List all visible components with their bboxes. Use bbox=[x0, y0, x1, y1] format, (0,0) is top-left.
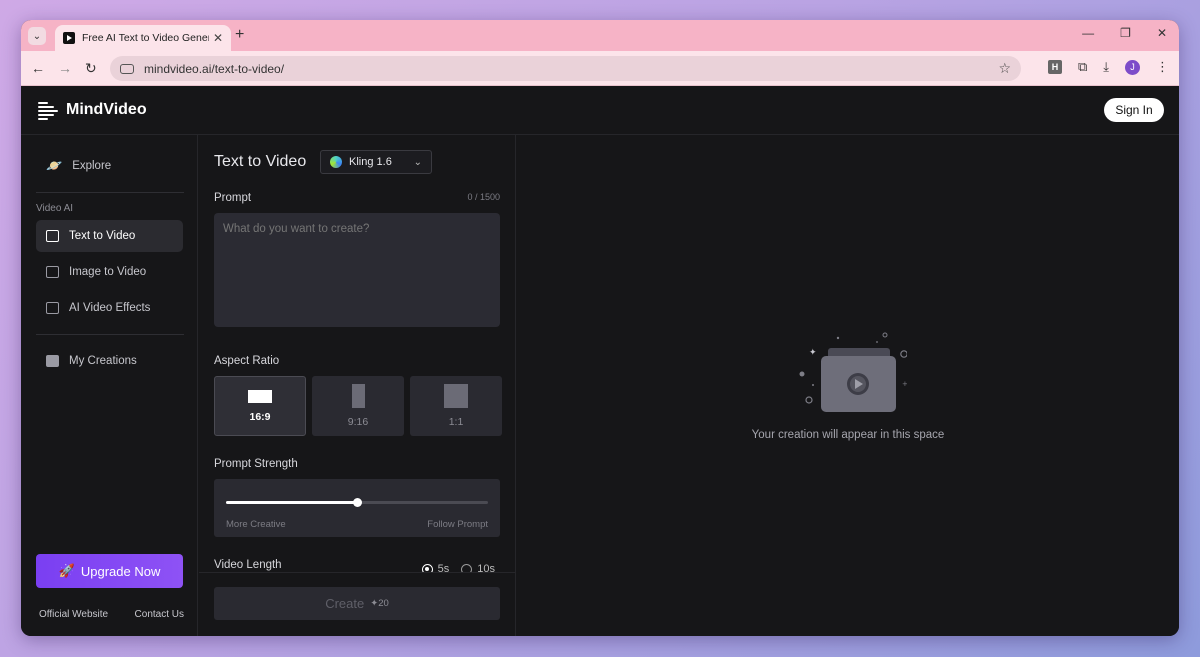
extensions-puzzle-icon[interactable]: ⧉ bbox=[1078, 59, 1087, 75]
create-label: Create bbox=[325, 596, 365, 611]
back-icon[interactable]: ← bbox=[31, 60, 45, 76]
chevron-down-icon: ⌄ bbox=[413, 156, 422, 168]
sidebar-item-text-to-video[interactable]: Text to Video bbox=[36, 220, 183, 252]
strength-slider[interactable] bbox=[226, 498, 488, 507]
sidebar-item-my-creations[interactable]: My Creations bbox=[36, 345, 183, 377]
brand-logo[interactable]: MindVideo bbox=[38, 100, 147, 120]
menu-kebab-icon[interactable]: ⋮ bbox=[1156, 59, 1169, 75]
image-video-icon bbox=[46, 266, 59, 278]
model-value: Kling 1.6 bbox=[349, 156, 392, 168]
tab-title: Free AI Text to Video Generator bbox=[82, 32, 209, 44]
strength-min-label: More Creative bbox=[226, 519, 286, 530]
prompt-input[interactable] bbox=[214, 213, 500, 327]
bookmark-star-icon[interactable]: ☆ bbox=[998, 60, 1011, 77]
ratio-16-9[interactable]: 16:9 bbox=[214, 376, 306, 436]
url-text: mindvideo.ai/text-to-video/ bbox=[144, 61, 285, 76]
sidebar-item-label: Image to Video bbox=[69, 266, 147, 278]
sidebar-item-label: AI Video Effects bbox=[69, 302, 151, 314]
url-field[interactable]: mindvideo.ai/text-to-video/ ☆ bbox=[110, 56, 1021, 81]
strength-max-label: Follow Prompt bbox=[427, 519, 488, 530]
profile-avatar[interactable]: J bbox=[1125, 59, 1140, 75]
aspect-ratio-label: Aspect Ratio bbox=[214, 355, 280, 367]
site-info-icon[interactable] bbox=[120, 63, 134, 74]
tab-bar: ⌄ Free AI Text to Video Generator ✕ + — … bbox=[21, 20, 1179, 51]
ratio-label: 9:16 bbox=[347, 416, 369, 428]
reload-icon[interactable]: ↻ bbox=[85, 60, 97, 77]
app-root: MindVideo Sign In 🪐 Explore Video AI Tex… bbox=[21, 86, 1179, 636]
sidebar-item-ai-video-effects[interactable]: AI Video Effects bbox=[36, 292, 183, 324]
ratio-1-1[interactable]: 1:1 bbox=[410, 376, 502, 436]
svg-text:✦: ✦ bbox=[809, 348, 817, 358]
ratio-label: 16:9 bbox=[249, 410, 271, 423]
prompt-strength-box: More Creative Follow Prompt bbox=[214, 479, 500, 537]
credit-cost: ✦20 bbox=[370, 598, 389, 609]
browser-window: ⌄ Free AI Text to Video Generator ✕ + — … bbox=[21, 20, 1179, 636]
generation-panel: Text to Video Kling 1.6 ⌄ Prompt 0 / 150… bbox=[199, 135, 516, 636]
sidebar: 🪐 Explore Video AI Text to Video Image t… bbox=[21, 135, 198, 636]
create-footer: Create ✦20 bbox=[199, 572, 515, 636]
sign-in-button[interactable]: Sign In bbox=[1104, 98, 1164, 122]
favicon-icon bbox=[63, 32, 75, 44]
preview-area: ✦ + Your creation will appear in this sp… bbox=[517, 135, 1179, 636]
sidebar-item-explore[interactable]: 🪐 Explore bbox=[36, 150, 183, 182]
prompt-strength-label: Prompt Strength bbox=[214, 458, 298, 470]
sidebar-item-label: Text to Video bbox=[69, 230, 136, 242]
ratio-9-16[interactable]: 9:16 bbox=[312, 376, 404, 436]
contact-us-link[interactable]: Contact Us bbox=[135, 609, 184, 620]
app-header: MindVideo Sign In bbox=[21, 86, 1179, 135]
forward-icon[interactable]: → bbox=[58, 60, 72, 76]
rocket-icon: 🚀 bbox=[58, 563, 75, 578]
effects-icon bbox=[46, 302, 59, 314]
portrait-icon bbox=[351, 384, 365, 408]
close-tab-icon[interactable]: ✕ bbox=[213, 31, 223, 45]
sidebar-item-label: My Creations bbox=[69, 355, 137, 367]
address-bar: ← → ↻ mindvideo.ai/text-to-video/ ☆ H ⧉ … bbox=[21, 51, 1179, 86]
kling-logo-icon bbox=[330, 156, 342, 168]
tab-search-button[interactable]: ⌄ bbox=[28, 27, 46, 45]
slider-handle[interactable] bbox=[353, 498, 362, 507]
empty-state-text: Your creation will appear in this space bbox=[751, 429, 945, 441]
aspect-ratio-options: 16:9 9:16 1:1 bbox=[214, 376, 502, 436]
sidebar-divider bbox=[36, 334, 184, 335]
official-website-link[interactable]: Official Website bbox=[39, 609, 108, 620]
ratio-label: 1:1 bbox=[448, 416, 464, 428]
brand-name: MindVideo bbox=[66, 101, 147, 118]
download-icon[interactable]: ⤓ bbox=[1103, 59, 1109, 75]
sidebar-section-title: Video AI bbox=[36, 203, 74, 214]
sidebar-item-label: Explore bbox=[72, 160, 112, 172]
new-tab-icon[interactable]: + bbox=[235, 26, 244, 44]
square-icon bbox=[444, 384, 468, 408]
extension-h-icon[interactable]: H bbox=[1047, 60, 1062, 74]
slider-fill bbox=[226, 501, 357, 504]
footer-links: Official Website Contact Us bbox=[39, 609, 184, 620]
prompt-label: Prompt bbox=[214, 192, 252, 204]
page-title: Text to Video bbox=[214, 153, 307, 170]
logo-icon bbox=[38, 100, 58, 120]
browser-tab[interactable]: Free AI Text to Video Generator ✕ bbox=[55, 25, 231, 51]
planet-icon: 🪐 bbox=[46, 158, 63, 173]
svg-text:+: + bbox=[902, 380, 907, 388]
video-length-label: Video Length bbox=[214, 559, 282, 571]
create-button[interactable]: Create ✦20 bbox=[214, 587, 500, 620]
text-video-icon bbox=[46, 230, 59, 242]
close-window-icon[interactable]: ✕ bbox=[1157, 26, 1167, 40]
prompt-counter: 0 / 1500 bbox=[467, 192, 500, 202]
empty-folder-icon: ✦ + bbox=[799, 332, 907, 412]
upgrade-now-button[interactable]: 🚀 Upgrade Now bbox=[36, 554, 183, 588]
folder-icon bbox=[46, 355, 59, 367]
sidebar-divider bbox=[36, 192, 184, 193]
window-controls: — ❐ ✕ bbox=[1082, 26, 1167, 40]
sidebar-item-image-to-video[interactable]: Image to Video bbox=[36, 256, 183, 288]
model-select[interactable]: Kling 1.6 ⌄ bbox=[320, 150, 432, 174]
minimize-icon[interactable]: — bbox=[1082, 26, 1094, 40]
credit-value: 20 bbox=[378, 598, 389, 609]
toolbar-icons: H ⧉ ⤓ J ⋮ bbox=[1047, 59, 1169, 75]
restore-icon[interactable]: ❐ bbox=[1120, 26, 1131, 40]
landscape-icon bbox=[248, 389, 272, 403]
upgrade-label: Upgrade Now bbox=[80, 563, 161, 579]
